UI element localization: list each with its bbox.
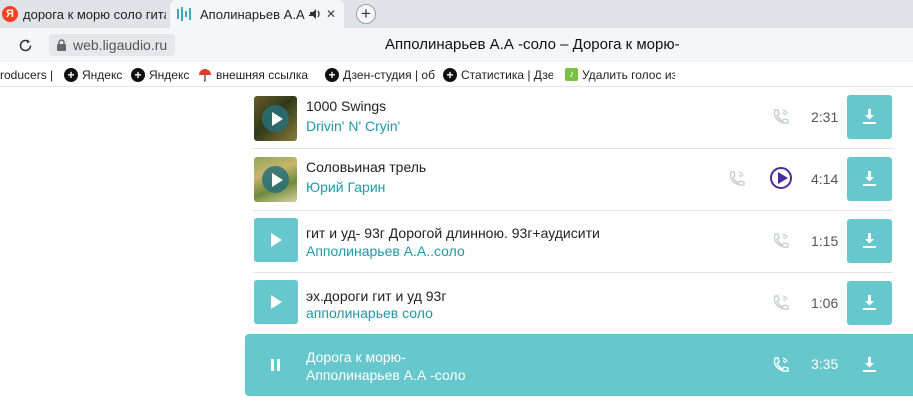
track-duration: 1:15	[811, 233, 839, 249]
play-preview-icon[interactable]	[770, 167, 792, 189]
yandex-icon: Я	[2, 6, 18, 22]
track-cover[interactable]	[254, 157, 297, 202]
bookmark-label: roducers |	[0, 67, 54, 82]
waveform-icon	[177, 7, 191, 21]
bookmark-label: Статистика | Дзен	[461, 67, 553, 82]
play-icon[interactable]	[262, 105, 289, 132]
bookmark-label: внешняя ссылка |	[216, 67, 310, 82]
download-button[interactable]	[847, 281, 892, 325]
phone-icon[interactable]	[771, 231, 791, 251]
track-artist[interactable]: апполинарьев соло	[306, 305, 433, 321]
url-text: web.ligaudio.ru	[73, 37, 168, 53]
bookmark-yandex-2[interactable]: + Яндекс	[131, 62, 189, 87]
tab-active[interactable]: Аполинарьев А.А -соло ✕	[170, 0, 344, 28]
bookmark-dzen-studio[interactable]: + Дзен-студия | обз	[325, 62, 435, 87]
tab-label: Аполинарьев А.А -соло	[200, 6, 310, 22]
track-row[interactable]: гит и уд- 93г Дорогой длинною. 93г+аудис…	[245, 213, 913, 275]
phone-icon[interactable]	[771, 107, 791, 127]
plus-icon: +	[325, 67, 339, 82]
download-button[interactable]	[847, 95, 892, 139]
url-field[interactable]: web.ligaudio.ru	[49, 34, 176, 56]
track-duration: 3:35	[811, 356, 839, 372]
track-artist[interactable]: Апполинарьев А.А..соло	[306, 243, 465, 259]
download-button[interactable]	[847, 157, 892, 201]
divider	[253, 148, 893, 149]
download-icon	[863, 295, 876, 310]
bookmark-statistics[interactable]: + Статистика | Дзен	[443, 62, 553, 87]
now-playing-row[interactable]: Дорога к морю- Апполинарьев А.А -соло 3:…	[245, 334, 913, 396]
tab-strip: Я дорога к морю соло гитар Аполинарьев А…	[0, 0, 913, 28]
phone-icon[interactable]	[771, 293, 791, 313]
play-icon[interactable]	[262, 166, 289, 193]
music-note-icon: ♪	[565, 68, 578, 81]
bookmark-label: Яндекс	[82, 67, 123, 82]
umbrella-icon	[199, 68, 211, 82]
pause-icon[interactable]	[271, 359, 281, 371]
track-duration: 4:14	[811, 171, 839, 187]
close-tab-button[interactable]: ✕	[324, 7, 338, 21]
address-bar: web.ligaudio.ru Апполинарьев А.А -соло –…	[0, 28, 913, 62]
track-duration: 2:31	[811, 109, 839, 125]
track-artist[interactable]: Апполинарьев А.А -соло	[306, 367, 466, 383]
track-title: 1000 Swings	[306, 98, 387, 114]
track-row[interactable]: эх.дороги гит и уд 93г апполинарьев соло…	[245, 274, 913, 336]
download-icon	[863, 357, 876, 372]
bookmark-remove-voice[interactable]: ♪ Удалить голос из	[565, 62, 675, 87]
plus-icon: +	[443, 67, 457, 82]
new-tab-button[interactable]: +	[356, 4, 376, 24]
track-artist[interactable]: Юрий Гарин	[306, 179, 385, 195]
lock-icon	[57, 39, 66, 51]
track-title: эх.дороги гит и уд 93г	[306, 288, 447, 304]
download-button[interactable]	[847, 219, 892, 263]
plus-icon: +	[131, 67, 145, 82]
bookmark-producers[interactable]: roducers |	[0, 62, 53, 87]
bookmark-yandex-1[interactable]: + Яндекс	[64, 62, 122, 87]
track-cover[interactable]	[254, 96, 297, 141]
download-icon	[863, 233, 876, 248]
page-title: Апполинарьев А.А -соло – Дорога к морю-	[385, 36, 680, 53]
download-icon	[863, 171, 876, 186]
reload-icon[interactable]	[18, 38, 33, 53]
phone-icon[interactable]	[771, 355, 791, 375]
bookmark-label: Дзен-студия | обз	[343, 67, 435, 82]
track-title: Соловьиная трель	[306, 159, 427, 175]
bookmark-label: Яндекс	[149, 67, 190, 82]
track-duration: 1:06	[811, 295, 839, 311]
track-title: Дорога к морю-	[306, 349, 406, 365]
tab-label: дорога к морю соло гитар	[23, 6, 166, 22]
track-artist[interactable]: Drivin' N' Cryin'	[306, 118, 400, 134]
divider	[253, 272, 893, 273]
phone-icon[interactable]	[727, 169, 747, 189]
bookmark-label: Удалить голос из	[582, 67, 675, 82]
tab-search[interactable]: Я дорога к морю соло гитар	[0, 0, 166, 28]
play-button[interactable]	[254, 280, 298, 324]
plus-icon: +	[64, 67, 78, 82]
speaker-icon[interactable]	[308, 7, 322, 21]
play-button[interactable]	[254, 218, 298, 262]
divider	[253, 210, 893, 211]
bookmarks-bar: roducers | + Яндекс + Яндекс внешняя ссы…	[0, 62, 913, 87]
track-row[interactable]: 1000 Swings Drivin' N' Cryin' 2:31	[245, 89, 913, 151]
track-title: гит и уд- 93г Дорогой длинною. 93г+аудис…	[306, 225, 600, 241]
track-row[interactable]: Соловьиная трель Юрий Гарин 4:14	[245, 150, 913, 212]
download-button[interactable]	[847, 343, 892, 387]
bookmark-external-link[interactable]: внешняя ссылка |	[198, 62, 310, 87]
download-icon	[863, 109, 876, 124]
